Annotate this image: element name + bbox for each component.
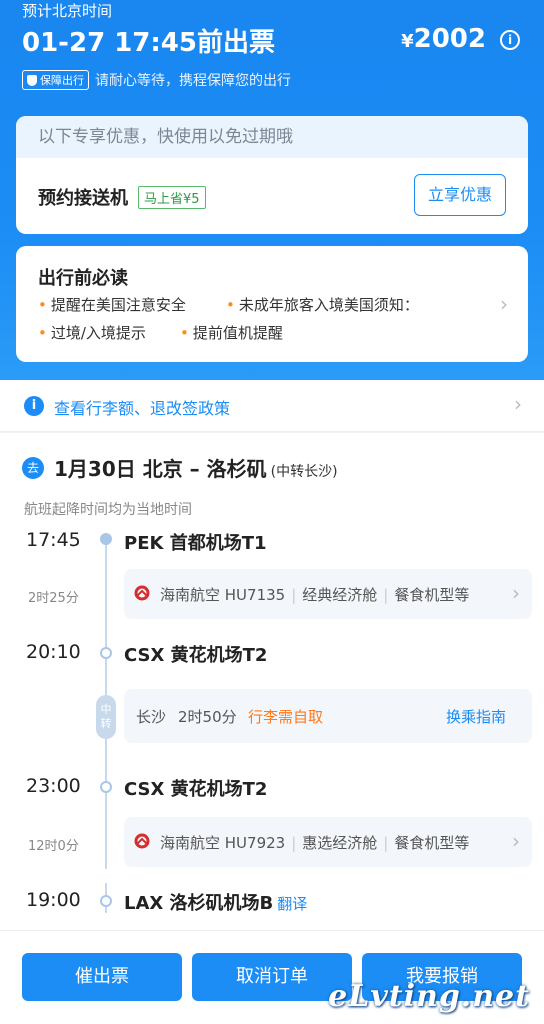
timeline-dot — [100, 647, 112, 659]
promo-item-name: 预约接送机 — [38, 188, 128, 209]
departure-airport: CSX 黄花机场T2 — [124, 779, 268, 800]
flight-details: 海南航空 HU7135 | 经典经济舱 | 餐食机型等 — [160, 586, 470, 604]
guarantee-row: 保障出行 请耐心等待，携程保障您的出行 — [22, 70, 291, 90]
bullet-icon: • — [38, 296, 47, 314]
watermark: eLvting.net — [328, 979, 530, 1014]
shield-icon — [27, 74, 37, 86]
guarantee-badge-label: 保障出行 — [40, 74, 84, 87]
info-icon[interactable]: i — [500, 30, 520, 50]
promo-discount-tag: 马上省¥5 — [138, 185, 206, 209]
outbound-badge: 去 — [22, 457, 44, 479]
arrival-airport: CSX 黄花机场T2 — [124, 645, 268, 666]
bullet-icon: • — [226, 296, 235, 314]
urge-ticketing-button[interactable]: 催出票 — [22, 953, 182, 1001]
promo-item: 预约接送机 马上省¥5 — [38, 184, 206, 210]
baggage-policy-row[interactable]: i 查看行李额、退改签政策 › — [0, 380, 544, 432]
translate-link[interactable]: 翻译 — [277, 895, 307, 913]
arrival-airport: LAX 洛杉矶机场B 翻译 — [124, 889, 307, 915]
timeline-dot — [100, 895, 112, 907]
flight-details: 海南航空 HU7923 | 惠选经济舱 | 餐食机型等 — [160, 834, 470, 852]
info-icon: i — [24, 396, 44, 416]
departure-time: 23:00 — [26, 775, 81, 797]
departure-time: 17:45 — [26, 529, 81, 551]
notice-item[interactable]: • 过境/入境提示 — [38, 322, 146, 343]
route-note: (中转长沙) — [270, 464, 338, 480]
transfer-guide-link[interactable]: 换乘指南 — [446, 706, 506, 727]
transfer-marker: 中转 — [96, 695, 116, 739]
transfer-duration: 2时50分 — [178, 708, 237, 726]
promo-card: 以下专享优惠，快使用以免过期哦 预约接送机 马上省¥5 立享优惠 — [16, 116, 528, 234]
local-time-note: 航班起降时间均为当地时间 — [24, 502, 192, 518]
order-price[interactable]: ¥2002 — [401, 24, 486, 54]
ticketing-deadline: 01-27 17:45前出票 — [22, 28, 275, 58]
price-amount: 2002 — [413, 24, 486, 54]
currency-symbol: ¥ — [401, 31, 414, 52]
baggage-notice: 行李需自取 — [248, 708, 324, 726]
itinerary-section: 去 1月30日 北京 – 洛杉矶 (中转长沙) 航班起降时间均为当地时间 17:4… — [0, 433, 544, 933]
bullet-icon: • — [38, 324, 47, 342]
notice-title: 出行前必读 — [38, 268, 128, 289]
action-bar: 催出票 取消订单 我要报销 eLvting.net — [0, 930, 544, 1024]
arrival-time: 19:00 — [26, 889, 81, 911]
guarantee-badge: 保障出行 — [22, 70, 89, 90]
guarantee-text: 请耐心等待，携程保障您的出行 — [95, 73, 291, 89]
notice-item[interactable]: • 提醒在美国注意安全 — [38, 294, 186, 315]
flight-duration: 2时25分 — [28, 591, 79, 606]
arrival-airport-name: LAX 洛杉矶机场B — [124, 893, 274, 914]
chevron-right-icon: › — [512, 581, 520, 605]
route-title: 1月30日 北京 – 洛杉矶 (中转长沙) — [54, 453, 338, 482]
chevron-right-icon: › — [500, 292, 508, 316]
flight-info-box[interactable]: 海南航空 HU7135 | 经典经济舱 | 餐食机型等 › — [124, 569, 532, 619]
transfer-info-box: 长沙 2时50分 行李需自取 换乘指南 — [124, 689, 532, 743]
chevron-right-icon: › — [512, 829, 520, 853]
departure-airport: PEK 首都机场T1 — [124, 533, 267, 554]
timeline-dot — [100, 533, 112, 545]
claim-offer-button[interactable]: 立享优惠 — [414, 174, 506, 216]
arrival-time: 20:10 — [26, 641, 81, 663]
flight-duration: 12时0分 — [28, 839, 79, 854]
chevron-right-icon: › — [514, 392, 522, 416]
notice-item[interactable]: • 提前值机提醒 — [180, 322, 283, 343]
route-text: 1月30日 北京 – 洛杉矶 — [54, 457, 267, 481]
promo-banner: 以下专享优惠，快使用以免过期哦 — [16, 116, 528, 158]
travel-notice-card[interactable]: 出行前必读 • 提醒在美国注意安全 • 未成年旅客入境美国须知： • 过境/入境提示 … — [16, 246, 528, 362]
order-status-header: 预计北京时间 01-27 17:45前出票 ¥2002 i 保障出行 请耐心等待… — [0, 0, 544, 380]
transfer-city: 长沙 — [136, 708, 167, 726]
hainan-airlines-logo — [134, 585, 150, 601]
flight-info-box[interactable]: 海南航空 HU7923 | 惠选经济舱 | 餐食机型等 › — [124, 817, 532, 867]
hainan-airlines-logo — [134, 833, 150, 849]
ticket-time-label: 预计北京时间 — [22, 2, 113, 20]
timeline-dot — [100, 781, 112, 793]
notice-item[interactable]: • 未成年旅客入境美国须知： — [226, 294, 419, 315]
policy-link[interactable]: 查看行李额、退改签政策 — [54, 395, 230, 419]
bullet-icon: • — [180, 324, 189, 342]
